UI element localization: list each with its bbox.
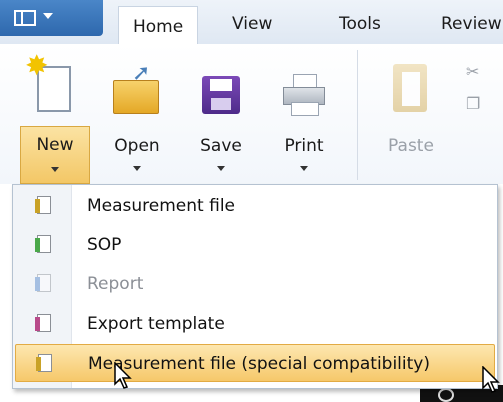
measurement-file-icon [36, 354, 52, 372]
chevron-down-icon [43, 13, 53, 19]
ribbon-group-divider [357, 50, 358, 180]
open-button-label: Open [114, 136, 160, 156]
menu-item-label: Measurement file [87, 196, 236, 216]
application-menu-button[interactable] [0, 0, 103, 36]
open-folder-icon: ➚ [113, 63, 159, 114]
paste-button[interactable]: Paste [380, 52, 442, 184]
ribbon-tab-bar: Home View Tools Review [0, 0, 503, 46]
export-template-icon [35, 314, 51, 332]
cut-icon[interactable]: ✂ [466, 62, 479, 81]
menu-item-label: SOP [87, 235, 122, 255]
tab-review[interactable]: Review [441, 14, 502, 34]
open-button[interactable]: ➚ Open [106, 52, 168, 184]
print-button[interactable]: Print [273, 52, 335, 184]
application-window: Home View Tools Review New ✸ ➚ Open Save… [0, 0, 503, 402]
tab-tools-label: Tools [339, 14, 381, 34]
save-button-label: Save [200, 136, 242, 156]
menu-item-export-template[interactable]: Export template [15, 305, 495, 343]
tab-home-label: Home [133, 17, 184, 37]
sop-file-icon [35, 235, 51, 253]
menu-item-label: Export template [87, 314, 225, 334]
print-dropdown-arrow-icon [300, 166, 308, 171]
tab-tools[interactable]: Tools [339, 14, 381, 34]
report-file-icon [35, 274, 51, 292]
arrow-icon: ➚ [132, 61, 151, 86]
save-button[interactable]: Save [190, 52, 252, 184]
menu-item-label: Report [87, 274, 144, 294]
measurement-file-icon [35, 196, 51, 214]
menu-item-label: Measurement file (special compatibility) [88, 354, 430, 374]
tab-review-label: Review [441, 14, 502, 34]
application-menu-icon [14, 10, 36, 26]
tab-home[interactable]: Home [118, 6, 199, 46]
sparkle-icon: ✸ [25, 49, 49, 82]
new-dropdown-arrow-icon [51, 167, 59, 172]
save-dropdown-arrow-icon [217, 166, 225, 171]
menu-item-measurement-file-special-compatibility[interactable]: Measurement file (special compatibility) [15, 344, 495, 382]
new-document-icon: ✸ [25, 52, 71, 112]
menu-item-report[interactable]: Report [15, 265, 495, 303]
open-dropdown-arrow-icon [133, 166, 141, 171]
background-circle-icon [438, 388, 454, 402]
new-button-label: New [36, 135, 74, 155]
menu-item-sop[interactable]: SOP [15, 226, 495, 264]
printer-icon [283, 74, 325, 116]
copy-icon[interactable]: ❐ [466, 94, 480, 113]
menu-item-measurement-file[interactable]: Measurement file [15, 187, 495, 225]
tab-view-label: View [232, 14, 273, 34]
paste-icon [393, 64, 427, 112]
save-disk-icon [202, 76, 240, 114]
tab-view[interactable]: View [232, 14, 272, 34]
new-button[interactable]: New [20, 126, 90, 184]
ribbon-home-panel: New ✸ ➚ Open Save Print Paste ✂ ❐ [0, 44, 503, 184]
printer-tray [291, 102, 319, 116]
print-button-label: Print [284, 136, 324, 156]
paste-button-label: Paste [388, 136, 434, 156]
new-dropdown-menu: Measurement file SOP Report Export templ… [12, 184, 498, 389]
